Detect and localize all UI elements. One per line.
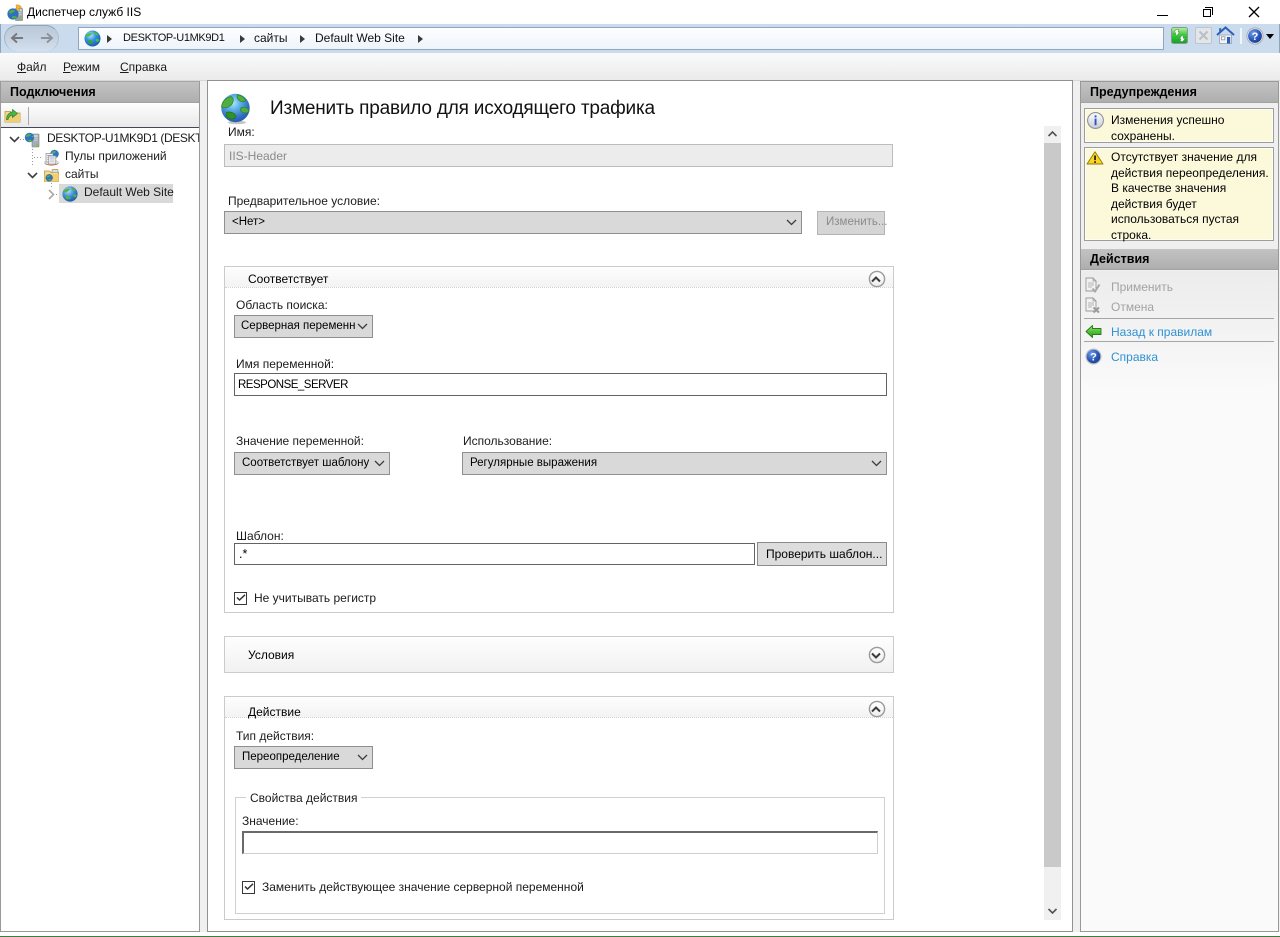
svg-text:?: ? — [1252, 31, 1259, 43]
svg-text:?: ? — [1090, 352, 1097, 364]
